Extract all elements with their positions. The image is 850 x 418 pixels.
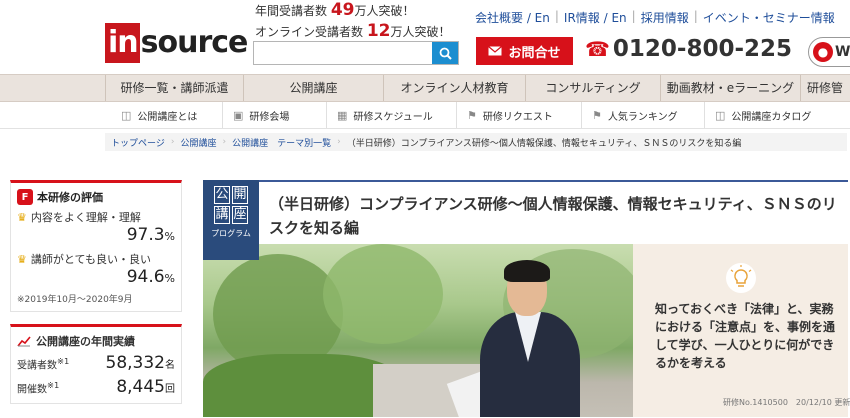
badge-char: 開 (232, 186, 248, 204)
phone-number[interactable]: ☎ 0120-800-225 (585, 36, 792, 62)
badge-char: 公 (214, 186, 230, 204)
lightbulb-icon (726, 263, 756, 293)
link-recruit[interactable]: 採用情報 (641, 9, 689, 26)
hero-message-box: 知っておくべき「法律」と、実務における「注意点」を、事例を通して学び、一人ひとり… (633, 244, 850, 417)
rating-understanding-value: 97.3% (126, 225, 175, 245)
gnav-item-video[interactable]: 動画教材・eラーニング (660, 75, 800, 101)
insource-logo[interactable]: in source (105, 22, 249, 64)
sub-nav: ◫ 公開講座とは ▣ 研修会場 ▦ 研修スケジュール ⚑ 研修リクエスト ⚑ 人気ランキン… (0, 102, 850, 129)
search-input[interactable] (254, 42, 432, 64)
stat-sessions: 開催数※1 8,445回 (17, 377, 175, 397)
gnav-item-public[interactable]: 公開講座 (243, 75, 383, 101)
hero-message: 知っておくべき「法律」と、実務における「注意点」を、事例を通して学び、一人ひとり… (655, 302, 836, 370)
link-events[interactable]: イベント・セミナー情報 (703, 9, 835, 26)
phone-text: 0120-800-225 (612, 36, 793, 62)
crown-icon: ♛ (17, 210, 27, 224)
rating-period: ※2019年10月～2020年9月 (17, 295, 133, 305)
logo-in: in (105, 23, 140, 63)
search-icon (439, 47, 452, 60)
stats-panel: 公開講座の年間実績 受講者数※1 58,332名 開催数※1 8,445回 (10, 324, 182, 404)
logo-source: source (140, 25, 249, 60)
title-box: 公開 講座 プログラム （半日研修）コンプライアンス研修～個人情報保護、情報セキ… (203, 180, 848, 260)
badge-char: 講 (214, 206, 230, 224)
gnav-item-online[interactable]: オンライン人材教育 (383, 75, 525, 101)
subnav-item-request[interactable]: ⚑ 研修リクエスト (457, 102, 582, 128)
link-company[interactable]: 会社概要 / En (475, 9, 550, 26)
laptop-icon: ◫ (715, 108, 726, 122)
promo-line-annual: 年間受講者数 49万人突破！ (255, 0, 415, 20)
gnav-item-manage[interactable]: 研修管 (800, 75, 850, 101)
globe-icon: ● (813, 42, 833, 62)
calendar-icon: ▦ (337, 108, 348, 122)
program-badge: 公開 講座 プログラム (203, 180, 259, 260)
rating-instructor: ♛ 講師がとても良い・良い (17, 252, 151, 267)
utility-links: 会社概要 / En | IR情報 / En | 採用情報 | イベント・セミナー情報 (475, 9, 835, 26)
subnav-item-schedule[interactable]: ▦ 研修スケジュール (327, 102, 457, 128)
badge-char: 座 (232, 206, 248, 224)
sidebar: F 本研修の評価 ♛ 内容をよく理解・理解 97.3% ♛ 講師がとても良い・良い 9… (10, 180, 182, 404)
rating-instructor-value: 94.6% (126, 267, 175, 287)
hero-photo (203, 244, 633, 417)
flag-icon: ⚑ (592, 108, 602, 122)
global-nav: 研修一覧・講師派遣 公開講座 オンライン人材教育 コンサルティング 動画教材・e… (0, 74, 850, 102)
stat-attendees: 受講者数※1 58,332名 (17, 353, 175, 373)
monitor-icon: ◫ (121, 108, 132, 122)
promo-line-online: オンライン受講者数 12万人突破！ (255, 21, 451, 41)
badge-subtitle: プログラム (211, 229, 251, 238)
search-button[interactable] (432, 42, 458, 64)
promo-text: 年間受講者数 49万人突破！ オンライン受講者数 12万人突破！ (255, 0, 451, 42)
web-label: W (835, 44, 850, 60)
stats-title: 公開講座の年間実績 (17, 333, 175, 349)
gnav-item-training[interactable]: 研修一覧・講師派遣 (105, 75, 243, 101)
subnav-item-catalog[interactable]: ◫ 公開講座カタログ (705, 102, 850, 128)
building-icon: ▣ (233, 108, 244, 122)
subnav-item-about[interactable]: ◫ 公開講座とは (105, 102, 223, 128)
link-ir[interactable]: IR情報 / En (564, 9, 627, 26)
site-header: in source 年間受講者数 49万人突破！ オンライン受講者数 12万人突破… (0, 0, 850, 74)
hero: 知っておくべき「法律」と、実務における「注意点」を、事例を通して学び、一人ひとり… (203, 244, 850, 417)
main-content: 公開 講座 プログラム （半日研修）コンプライアンス研修～個人情報保護、情報セキ… (203, 180, 850, 417)
breadcrumb-public[interactable]: 公開講座 (174, 136, 222, 149)
evaluation-panel: F 本研修の評価 ♛ 内容をよく理解・理解 97.3% ♛ 講師がとても良い・良い 9… (10, 180, 182, 312)
gnav-spacer (0, 75, 105, 101)
chart-icon (17, 336, 31, 347)
crown-icon: ♛ (17, 252, 27, 266)
breadcrumb-theme[interactable]: 公開講座 テーマ別一覧 (226, 136, 337, 149)
mail-icon (488, 46, 503, 56)
contact-label: お問合せ (508, 45, 561, 61)
breadcrumb: トップページ › 公開講座 › 公開講座 テーマ別一覧 › （半日研修）コンプライアン… (105, 133, 847, 151)
rating-understanding: ♛ 内容をよく理解・理解 (17, 210, 141, 225)
businessman-image (480, 260, 580, 417)
subnav-item-venue[interactable]: ▣ 研修会場 (223, 102, 327, 128)
tag-icon: ⚑ (467, 108, 477, 122)
f-icon: F (17, 189, 33, 205)
evaluation-title: F 本研修の評価 (17, 189, 175, 205)
subnav-spacer (0, 102, 105, 128)
page-title: （半日研修）コンプライアンス研修～個人情報保護、情報セキュリティ、ＳＮＳのリスク… (269, 195, 837, 237)
web-button[interactable]: ● W (808, 37, 850, 67)
breadcrumb-current: （半日研修）コンプライアンス研修～個人情報保護、情報セキュリティ、ＳＮＳのリスク… (346, 138, 742, 149)
subnav-item-ranking[interactable]: ⚑ 人気ランキング (582, 102, 705, 128)
breadcrumb-home[interactable]: トップページ (105, 136, 171, 149)
phone-icon: ☎ (585, 37, 610, 61)
training-number: 研修No.1410500 20/12/10 更新 (723, 398, 850, 407)
gnav-item-consulting[interactable]: コンサルティング (525, 75, 660, 101)
site-search (253, 41, 459, 65)
contact-button[interactable]: お問合せ (476, 37, 573, 65)
